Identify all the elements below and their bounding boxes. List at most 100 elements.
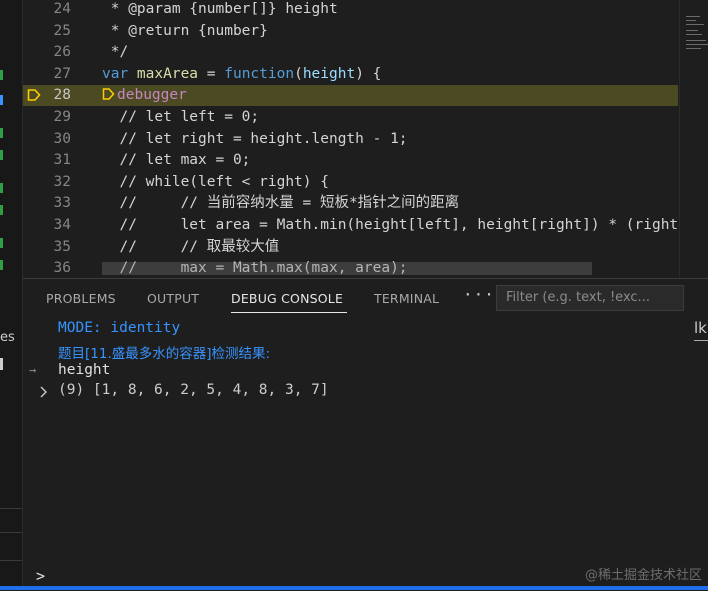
code-text: // let max = 0; [102,150,250,171]
line-number: 33 [53,195,71,212]
code-line[interactable]: 28 debugger [23,85,678,107]
code-token: // while(left < right) { [102,173,329,190]
code-token: debugger [117,87,187,104]
line-number: 25 [53,22,71,39]
horizontal-scrollbar[interactable] [102,262,592,275]
code-text: // // 当前容纳水量 = 短板*指针之间的距离 [102,193,459,214]
code-token: // let right = height.length - 1; [102,130,408,147]
minimap-line [686,16,700,17]
minimap-line [686,34,702,35]
code-line[interactable]: 29 // let left = 0; [23,107,678,128]
line-number: 34 [53,217,71,233]
divider [0,508,22,509]
code-text: // let left = 0; [102,107,259,128]
git-added-marker [0,205,3,215]
status-bar-edge [0,586,708,590]
code-token: function [224,65,295,82]
code-token: = [198,65,225,82]
console-filter-input[interactable]: Filter (e.g. text, !exc... [496,285,684,311]
code-token: // // 当前容纳水量 = 短板*指针之间的距离 [102,195,460,212]
code-line[interactable]: 32 // while(left < right) { [23,172,678,193]
code-editor[interactable]: 24 * @param {number[]} height 25 * @retur… [23,0,678,278]
watermark: @稀土掘金技术社区 [584,568,702,583]
console-mode-line: MODE: identity [58,320,181,336]
tab-debug-console[interactable]: DEBUG CONSOLE [231,291,343,306]
console-prompt-icon: > [36,567,46,585]
more-actions-icon[interactable]: ··· [463,285,495,304]
code-line[interactable]: 31 // let max = 0; [23,150,678,171]
git-modified-marker [0,95,3,105]
minimap-line [686,20,696,21]
line-number: 27 [53,65,71,82]
code-text: // let area = Math.min(height[left], hei… [102,215,678,236]
line-number: 31 [53,152,71,169]
console-result-line: 题目[11.盛最多水的容器]检测结果: [58,346,271,362]
code-text: // while(left < right) { [102,172,329,193]
code-text: // // 取最较大值 [102,237,279,258]
minimap-line [686,30,698,31]
code-line[interactable]: 35 // // 取最较大值 [23,237,678,258]
divider [0,532,22,533]
code-line[interactable]: 27 var maxArea = function(height) { [23,64,678,85]
divider [0,560,22,561]
code-token: ) { [355,65,382,82]
inline-breakpoint-icon[interactable] [102,87,115,101]
git-added-marker [0,128,3,138]
code-line[interactable]: 25 * @return {number} [23,21,678,42]
input-arrow-icon: → [29,363,37,377]
code-token: // // 取最较大值 [102,238,280,255]
git-added-marker [0,150,3,160]
explorer-strip: es [0,0,23,590]
git-added-marker [0,70,3,80]
code-text: var maxArea = function(height) { [102,64,381,85]
tab-terminal[interactable]: TERMINAL [374,291,439,306]
code-text: // let right = height.length - 1; [102,129,408,150]
code-token: ( [294,65,303,82]
code-token: * @param {number[]} height [102,1,338,17]
expand-chevron-icon[interactable] [39,386,49,398]
bottom-panel: PROBLEMS OUTPUT DEBUG CONSOLE TERMINAL ·… [23,278,708,591]
minimap-line [686,48,701,49]
code-text: * @return {number} [102,21,268,42]
code-line[interactable]: 33 // // 当前容纳水量 = 短板*指针之间的距离 [23,193,678,214]
code-token: */ [102,44,129,61]
clipped-label: lk [694,319,707,337]
code-token: height [302,65,356,82]
code-line[interactable]: 30 // let right = height.length - 1; [23,129,678,150]
code-token: var [102,65,137,82]
line-number: 36 [53,260,71,277]
git-added-marker [0,183,3,193]
code-token: // let area = Math.min(height[left], hei… [102,217,678,233]
tab-problems[interactable]: PROBLEMS [46,291,116,306]
code-text: debugger [102,85,187,106]
console-array-output[interactable]: (9) [1, 8, 6, 2, 5, 4, 8, 3, 7] [58,382,329,398]
console-input-echo: height [58,362,111,378]
code-token: // let left = 0; [102,109,260,125]
code-line[interactable]: 26 */ [23,42,678,63]
code-token: * @return {number} [102,22,268,39]
line-number: 24 [53,1,71,17]
line-number: 35 [53,238,71,255]
git-marker [0,358,3,370]
minimap-line [686,24,704,25]
tab-output[interactable]: OUTPUT [147,291,199,306]
minimap[interactable] [679,0,708,278]
explorer-truncated-label: es [0,330,15,345]
code-line[interactable]: 34 // let area = Math.min(height[left], … [23,215,678,236]
git-added-marker [0,238,3,248]
line-number: 29 [53,109,71,125]
line-number: 26 [53,44,71,61]
active-tab-indicator [231,312,347,313]
code-text: */ [102,42,128,63]
line-number: 30 [53,130,71,147]
minimap-line [686,44,708,45]
breakpoint-arrow-icon[interactable] [27,88,41,102]
code-line[interactable]: 24 * @param {number[]} height [23,0,678,20]
clipped-underline [694,340,708,341]
code-text: * @param {number[]} height [102,0,338,20]
line-number: 32 [53,173,71,190]
git-added-marker [0,260,3,270]
code-token: // let max = 0; [102,152,251,169]
minimap-line [686,40,706,41]
code-token: maxArea [136,65,199,82]
